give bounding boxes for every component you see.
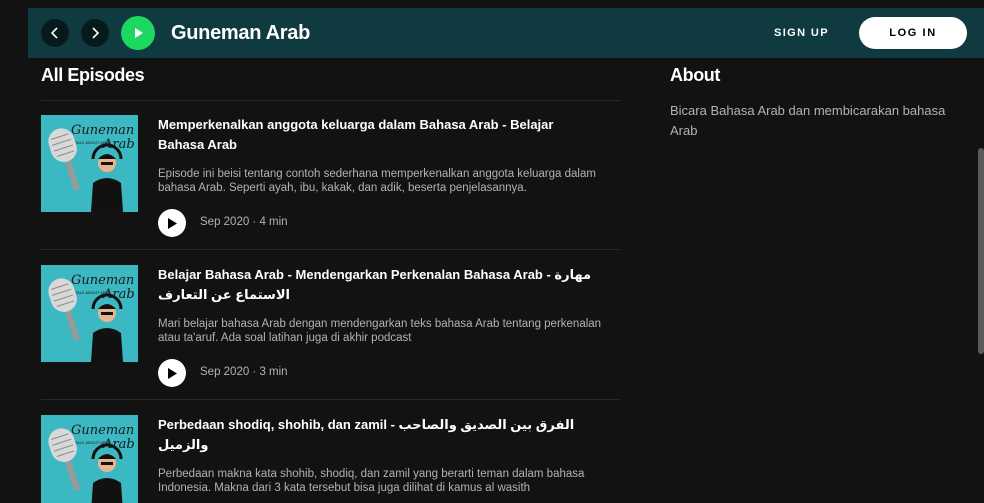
episode-title[interactable]: Belajar Bahasa Arab - Mendengarkan Perke… bbox=[158, 265, 598, 305]
cover-brand-line1: Guneman bbox=[71, 423, 135, 438]
about-heading: About bbox=[670, 65, 720, 85]
scrollbar[interactable] bbox=[978, 148, 984, 354]
divider bbox=[41, 100, 620, 101]
episode-cover-art: Guneman Arab TALK ABOUT ARAB bbox=[41, 415, 138, 503]
episode-title[interactable]: Memperkenalkan anggota keluarga dalam Ba… bbox=[158, 115, 598, 155]
back-button[interactable] bbox=[41, 19, 69, 47]
episode-title[interactable]: Perbedaan shodiq, shohib, dan zamil - ال… bbox=[158, 415, 598, 455]
cover-tagline: TALK ABOUT ARAB bbox=[75, 440, 112, 445]
chevron-left-icon bbox=[50, 27, 58, 39]
cover-brand-line1: Guneman bbox=[71, 273, 135, 288]
play-icon bbox=[135, 28, 143, 38]
forward-button[interactable] bbox=[81, 19, 109, 47]
play-icon bbox=[168, 217, 177, 229]
cover-tagline: TALK ABOUT ARAB bbox=[75, 140, 112, 145]
episode-description: Episode ini beisi tentang contoh sederha… bbox=[158, 168, 596, 194]
episode-cover-art: Guneman Arab TALK ABOUT ARAB bbox=[41, 115, 138, 212]
episode-meta: Sep 2020 · 3 min bbox=[200, 366, 288, 378]
divider bbox=[41, 249, 620, 250]
chevron-right-icon bbox=[92, 27, 100, 39]
about-text: Bicara Bahasa Arab dan membicarakan baha… bbox=[670, 103, 946, 138]
cover-tagline: TALK ABOUT ARAB bbox=[75, 290, 112, 295]
sign-up-button[interactable]: SIGN UP bbox=[774, 27, 829, 39]
play-show-button[interactable] bbox=[121, 16, 155, 50]
divider bbox=[41, 399, 620, 400]
play-icon bbox=[168, 367, 177, 379]
cover-brand-line1: Guneman bbox=[71, 123, 135, 138]
episode-description: Mari belajar bahasa Arab dengan mendenga… bbox=[158, 318, 602, 344]
episode-item[interactable]: Guneman Arab TALK ABOUT ARAB Memperkenal… bbox=[41, 115, 620, 249]
episode-item[interactable]: Guneman Arab TALK ABOUT ARAB Perbedaan s… bbox=[41, 415, 620, 503]
episode-description: Perbedaan makna kata shohib, shodiq, dan… bbox=[158, 468, 585, 494]
episode-item[interactable]: Guneman Arab TALK ABOUT ARAB Belajar Bah… bbox=[41, 265, 620, 399]
episode-play-button[interactable] bbox=[158, 359, 186, 387]
log-in-button[interactable]: LOG IN bbox=[859, 17, 967, 49]
episode-play-button[interactable] bbox=[158, 209, 186, 237]
top-bar: Guneman Arab SIGN UP LOG IN bbox=[28, 8, 984, 58]
all-episodes-heading: All Episodes bbox=[41, 65, 145, 85]
episode-cover-art: Guneman Arab TALK ABOUT ARAB bbox=[41, 265, 138, 362]
show-title: Guneman Arab bbox=[171, 21, 311, 44]
episode-meta: Sep 2020 · 4 min bbox=[200, 216, 288, 228]
